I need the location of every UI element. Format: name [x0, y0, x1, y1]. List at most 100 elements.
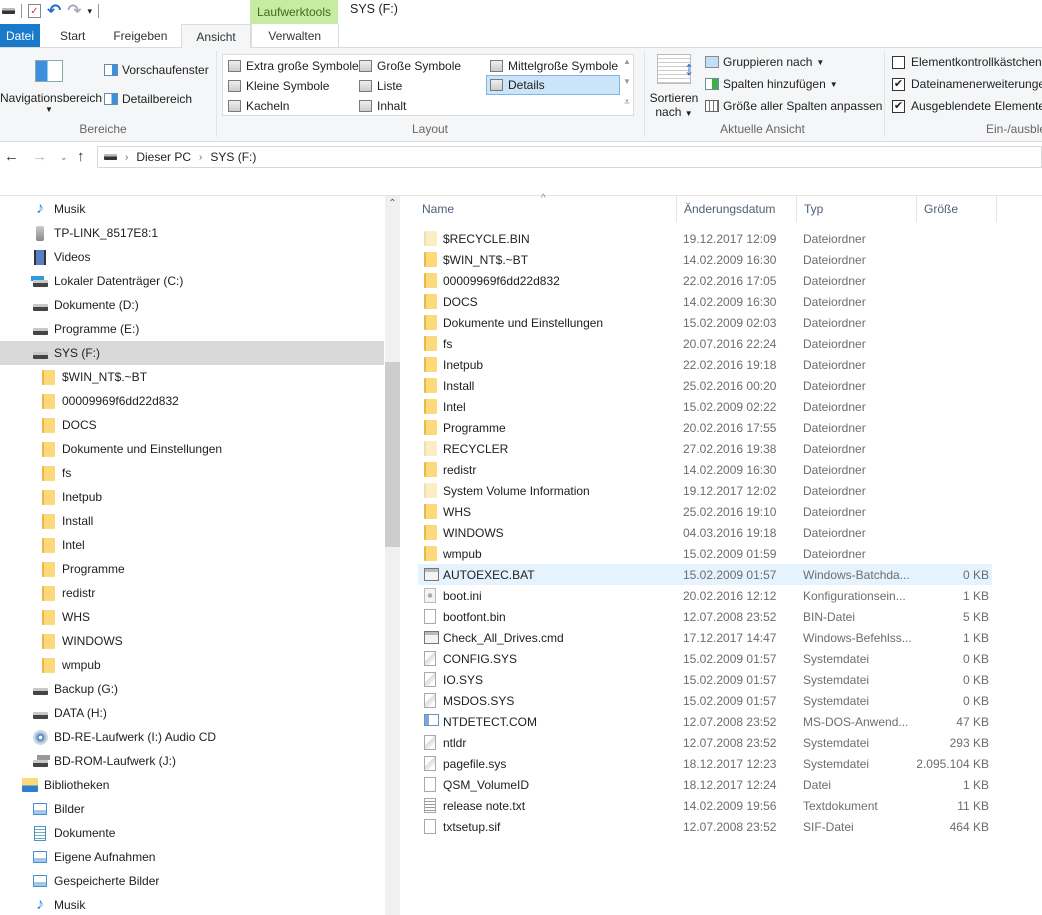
layout-list[interactable]: Liste [356, 76, 405, 96]
layout-large-icons[interactable]: Große Symbole [356, 56, 464, 76]
sort-by-button[interactable]: ↕ Sortieren nach ▼ [648, 54, 700, 119]
file-row[interactable]: $WIN_NT$.~BT 14.02.2009 16:30 Dateiordner [418, 249, 992, 270]
layout-details[interactable]: Details [486, 75, 620, 95]
nav-scrollbar-track[interactable] [385, 196, 400, 915]
nav-item[interactable]: SYS (F:) [0, 341, 384, 365]
file-row[interactable]: Check_All_Drives.cmd 17.12.2017 14:47 Wind… [418, 627, 992, 648]
nav-item[interactable]: Bilder [0, 797, 384, 821]
nav-item[interactable]: wmpub [0, 653, 384, 677]
nav-item[interactable]: Programme (E:) [0, 317, 384, 341]
nav-item[interactable]: WHS [0, 605, 384, 629]
redo-icon[interactable]: ↷ [67, 1, 81, 21]
file-row[interactable]: bootfont.bin 12.07.2008 23:52 BIN-Datei 5 K… [418, 606, 992, 627]
details-pane-button[interactable]: Detailbereich [104, 92, 192, 106]
nav-item[interactable]: Bibliotheken [0, 773, 384, 797]
nav-scrollbar-thumb[interactable] [385, 362, 400, 547]
column-header-type[interactable]: Typ [797, 196, 917, 222]
recent-locations-chevron-icon[interactable]: ⌄ [60, 152, 68, 163]
nav-item[interactable]: Dokumente und Einstellungen [0, 437, 384, 461]
breadcrumb-chevron-icon[interactable]: › [199, 152, 202, 163]
gallery-expand[interactable]: ⩡ [621, 97, 633, 108]
item-checkboxes-toggle[interactable]: Elementkontrollkästchen [892, 55, 1042, 69]
back-arrow-icon[interactable]: ← [4, 148, 19, 165]
add-columns-button[interactable]: Spalten hinzufügen ▼ [705, 77, 838, 91]
column-header-size[interactable]: Größe [917, 196, 997, 222]
breadcrumb-chevron-icon[interactable]: › [125, 152, 128, 163]
layout-extra-large-icons[interactable]: Extra große Symbole [225, 56, 362, 76]
gallery-scroll-up[interactable]: ▲ [621, 57, 633, 66]
nav-item[interactable]: Install [0, 509, 384, 533]
nav-item[interactable]: Gespeicherte Bilder [0, 869, 384, 893]
properties-icon[interactable]: ✓ [28, 4, 41, 18]
group-by-button[interactable]: Gruppieren nach ▼ [705, 55, 824, 69]
undo-icon[interactable]: ↶ [47, 1, 61, 21]
layout-medium-icons[interactable]: Mittelgroße Symbole [487, 56, 621, 76]
file-row[interactable]: WINDOWS 04.03.2016 19:18 Dateiordner [418, 522, 992, 543]
nav-item[interactable]: BD-ROM-Laufwerk (J:) [0, 749, 384, 773]
layout-tiles[interactable]: Kacheln [225, 96, 292, 116]
customize-qat-icon[interactable]: ▾ [88, 6, 93, 17]
nav-item[interactable]: Intel [0, 533, 384, 557]
nav-item[interactable]: Backup (G:) [0, 677, 384, 701]
nav-item[interactable]: Dokumente [0, 821, 384, 845]
nav-item[interactable]: TP-LINK_8517E8:1 [0, 221, 384, 245]
nav-item[interactable]: $WIN_NT$.~BT [0, 365, 384, 389]
tab-start[interactable]: Start [40, 24, 99, 47]
file-row[interactable]: wmpub 15.02.2009 01:59 Dateiordner [418, 543, 992, 564]
file-row[interactable]: System Volume Information 19.12.2017 12:0… [418, 480, 992, 501]
nav-item[interactable]: Lokaler Datenträger (C:) [0, 269, 384, 293]
file-row[interactable]: IO.SYS 15.02.2009 01:57 Systemdatei 0 KB [418, 669, 992, 690]
column-header-name[interactable]: Name [415, 196, 677, 222]
nav-item[interactable]: Videos [0, 245, 384, 269]
file-row[interactable]: ntldr 12.07.2008 23:52 Systemdatei 293 KB [418, 732, 992, 753]
nav-item[interactable]: WINDOWS [0, 629, 384, 653]
nav-item[interactable]: 00009969f6dd22d832 [0, 389, 384, 413]
size-all-columns-button[interactable]: Größe aller Spalten anpassen [705, 99, 882, 113]
file-row[interactable]: Install 25.02.2016 00:20 Dateiordner [418, 375, 992, 396]
nav-item[interactable]: Programme [0, 557, 384, 581]
nav-item[interactable]: DOCS [0, 413, 384, 437]
file-extensions-toggle[interactable]: ✔ Dateinamenerweiterunge [892, 77, 1042, 91]
navigation-pane-button[interactable]: Navigationsbereich ▼ [0, 56, 102, 116]
tab-verwalten[interactable]: Verwalten [250, 24, 339, 47]
checkbox-checked[interactable]: ✔ [892, 77, 905, 91]
file-row[interactable]: $RECYCLE.BIN 19.12.2017 12:09 Dateiordner [418, 228, 992, 249]
file-row[interactable]: QSM_VolumeID 18.12.2017 12:24 Datei 1 KB [418, 774, 992, 795]
column-header-date[interactable]: Änderungsdatum [677, 196, 797, 222]
file-row[interactable]: CONFIG.SYS 15.02.2009 01:57 Systemdatei 0 K… [418, 648, 992, 669]
nav-item[interactable]: Eigene Aufnahmen [0, 845, 384, 869]
address-bar[interactable]: › Dieser PC › SYS (F:) [97, 146, 1042, 168]
file-row[interactable]: RECYCLER 27.02.2016 19:38 Dateiordner [418, 438, 992, 459]
nav-item[interactable]: redistr [0, 581, 384, 605]
file-row[interactable]: WHS 25.02.2016 19:10 Dateiordner [418, 501, 992, 522]
nav-scroll-up-icon[interactable]: ⌃ [385, 198, 400, 209]
file-row[interactable]: release note.txt 14.02.2009 19:56 Textdoku… [418, 795, 992, 816]
preview-pane-button[interactable]: Vorschaufenster [104, 63, 209, 77]
breadcrumb-dieser-pc[interactable]: Dieser PC [136, 150, 191, 164]
tab-freigeben[interactable]: Freigeben [99, 24, 181, 47]
tab-ansicht[interactable]: Ansicht [181, 24, 251, 48]
breadcrumb-sys-f[interactable]: SYS (F:) [210, 150, 256, 164]
nav-item[interactable]: ♪ Musik [0, 893, 384, 915]
checkbox-checked[interactable]: ✔ [892, 99, 905, 113]
file-row[interactable]: Programme 20.02.2016 17:55 Dateiordner [418, 417, 992, 438]
nav-item[interactable]: BD-RE-Laufwerk (I:) Audio CD [0, 725, 384, 749]
file-row[interactable]: fs 20.07.2016 22:24 Dateiordner [418, 333, 992, 354]
up-arrow-icon[interactable]: ↑ [77, 148, 85, 165]
forward-arrow-icon[interactable]: → [32, 148, 47, 165]
file-row[interactable]: boot.ini 20.02.2016 12:12 Konfigurationsei… [418, 585, 992, 606]
file-row[interactable]: pagefile.sys 18.12.2017 12:23 Systemdatei 2… [418, 753, 992, 774]
file-row[interactable]: DOCS 14.02.2009 16:30 Dateiordner [418, 291, 992, 312]
checkbox-unchecked[interactable] [892, 55, 905, 69]
file-row[interactable]: txtsetup.sif 12.07.2008 23:52 SIF-Datei 464… [418, 816, 992, 837]
nav-item[interactable]: Dokumente (D:) [0, 293, 384, 317]
layout-content[interactable]: Inhalt [356, 96, 409, 116]
file-row[interactable]: Intel 15.02.2009 02:22 Dateiordner [418, 396, 992, 417]
hidden-items-toggle[interactable]: ✔ Ausgeblendete Elemente [892, 99, 1042, 113]
file-row[interactable]: redistr 14.02.2009 16:30 Dateiordner [418, 459, 992, 480]
file-row[interactable]: MSDOS.SYS 15.02.2009 01:57 Systemdatei 0 KB [418, 690, 992, 711]
file-row[interactable]: NTDETECT.COM 12.07.2008 23:52 MS-DOS-Anwen… [418, 711, 992, 732]
file-row[interactable]: AUTOEXEC.BAT 15.02.2009 01:57 Windows-Batc… [418, 564, 992, 585]
nav-item[interactable]: Inetpub [0, 485, 384, 509]
layout-small-icons[interactable]: Kleine Symbole [225, 76, 332, 96]
